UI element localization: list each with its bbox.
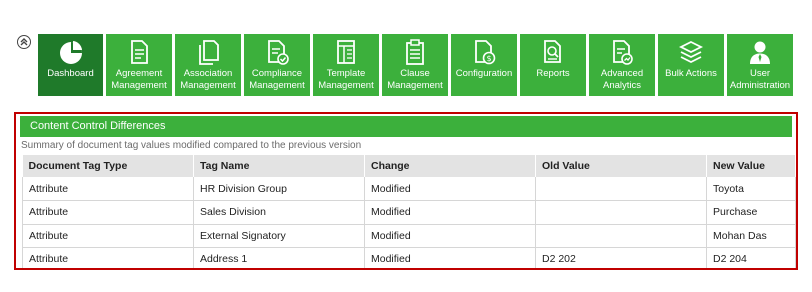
nav-label: Agreement Management bbox=[111, 68, 167, 91]
cell-new-value: Toyota bbox=[706, 177, 796, 201]
nav-association-management[interactable]: Association Management bbox=[175, 34, 241, 96]
column-header[interactable]: Tag Name bbox=[193, 155, 365, 177]
nav-compliance-management[interactable]: Compliance Management bbox=[244, 34, 310, 96]
nav-label: Bulk Actions bbox=[665, 68, 717, 79]
column-header[interactable]: Old Value bbox=[535, 155, 707, 177]
documents-icon bbox=[131, 40, 148, 64]
nav-label: Compliance Management bbox=[249, 68, 305, 91]
panel-subtitle: Summary of document tag values modified … bbox=[21, 140, 362, 151]
user-icon bbox=[750, 41, 770, 64]
differences-table: Document Tag Type Tag Name Change Old Va… bbox=[22, 155, 796, 268]
nav-label: Clause Management bbox=[387, 68, 443, 91]
nav-dashboard[interactable]: Dashboard bbox=[38, 34, 103, 96]
nav-template-management[interactable]: Template Management bbox=[313, 34, 379, 96]
nav-agreement-management[interactable]: Agreement Management bbox=[106, 34, 172, 96]
svg-text:$: $ bbox=[486, 54, 491, 63]
cell-change: Modified bbox=[364, 224, 536, 248]
cell-old-value bbox=[535, 224, 707, 248]
table-row: Attribute Address 1 Modified D2 202 D2 2… bbox=[22, 247, 796, 268]
document-search-icon bbox=[544, 40, 561, 63]
panel-title: Content Control Differences bbox=[20, 116, 792, 137]
nav-advanced-analytics[interactable]: Advanced Analytics bbox=[589, 34, 655, 96]
template-icon bbox=[337, 40, 355, 64]
nav-label: Configuration bbox=[455, 68, 513, 79]
cell-old-value bbox=[535, 177, 707, 201]
nav-label: Advanced Analytics bbox=[600, 68, 644, 91]
nav-bulk-actions[interactable]: Bulk Actions bbox=[658, 34, 724, 96]
cell-tag-type: Attribute bbox=[22, 247, 194, 268]
cell-tag-name: Sales Division bbox=[193, 200, 365, 225]
cell-tag-type: Attribute bbox=[22, 224, 194, 248]
document-check-icon bbox=[268, 40, 289, 65]
content-control-differences-panel: Content Control Differences Summary of d… bbox=[14, 112, 798, 270]
cell-tag-name: External Signatory bbox=[193, 224, 365, 248]
table-row: Attribute HR Division Group Modified Toy… bbox=[22, 177, 796, 201]
copy-documents-icon bbox=[199, 40, 219, 65]
nav-configuration[interactable]: $ Configuration bbox=[451, 34, 517, 96]
table-row: Attribute External Signatory Modified Mo… bbox=[22, 224, 796, 248]
pie-chart-icon bbox=[59, 41, 82, 64]
cell-tag-name: Address 1 bbox=[193, 247, 365, 268]
nav-label: Reports bbox=[536, 68, 570, 79]
cell-change: Modified bbox=[364, 247, 536, 268]
nav-reports[interactable]: Reports bbox=[520, 34, 586, 96]
nav-label: Template Management bbox=[318, 68, 374, 91]
layers-icon bbox=[678, 40, 704, 64]
table-header-row: Document Tag Type Tag Name Change Old Va… bbox=[22, 155, 796, 177]
column-header[interactable]: Document Tag Type bbox=[22, 155, 194, 177]
document-chart-icon bbox=[613, 40, 633, 65]
nav-user-administration[interactable]: User Administration bbox=[727, 34, 793, 96]
main-navigation: Dashboard Agreement Management Associati… bbox=[38, 34, 796, 96]
column-header[interactable]: Change bbox=[364, 155, 536, 177]
cell-old-value: D2 202 bbox=[535, 247, 707, 268]
cell-new-value: Purchase bbox=[706, 200, 796, 225]
column-header[interactable]: New Value bbox=[706, 155, 796, 177]
collapse-menu-button[interactable] bbox=[17, 35, 31, 49]
document-settings-icon: $ bbox=[475, 40, 496, 65]
double-chevron-up-icon bbox=[20, 38, 28, 46]
cell-change: Modified bbox=[364, 200, 536, 225]
nav-label: User Administration bbox=[729, 68, 791, 91]
nav-label: Dashboard bbox=[47, 68, 94, 79]
table-row: Attribute Sales Division Modified Purcha… bbox=[22, 200, 796, 225]
cell-tag-type: Attribute bbox=[22, 200, 194, 225]
cell-new-value: D2 204 bbox=[706, 247, 796, 268]
cell-old-value bbox=[535, 200, 707, 225]
cell-tag-name: HR Division Group bbox=[193, 177, 365, 201]
cell-change: Modified bbox=[364, 177, 536, 201]
cell-new-value: Mohan Das bbox=[706, 224, 796, 248]
nav-clause-management[interactable]: Clause Management bbox=[382, 34, 448, 96]
clipboard-icon bbox=[406, 39, 424, 65]
cell-tag-type: Attribute bbox=[22, 177, 194, 201]
nav-label: Association Management bbox=[180, 68, 236, 91]
